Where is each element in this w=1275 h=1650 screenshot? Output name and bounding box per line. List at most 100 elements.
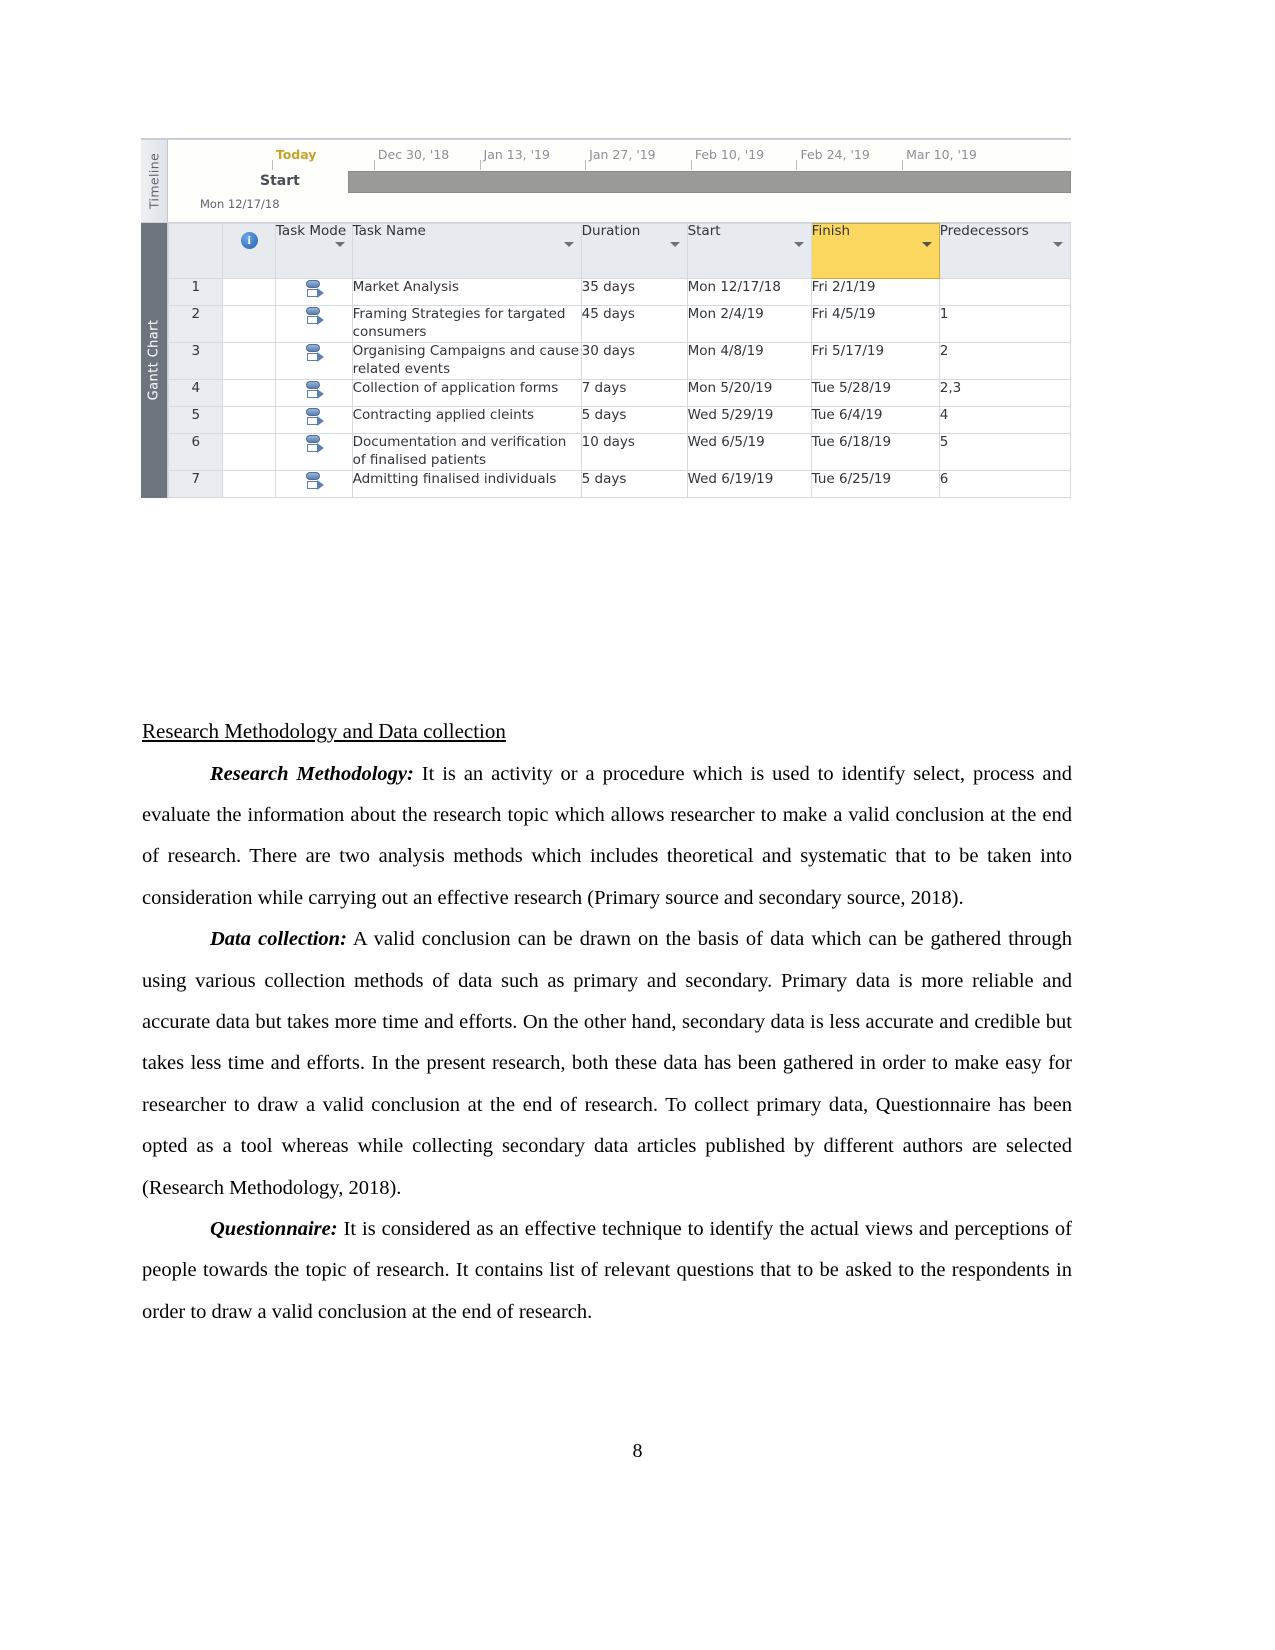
row-predecessors-cell[interactable]: [938, 278, 1072, 306]
chevron-down-icon[interactable]: [669, 242, 680, 247]
row-task-mode-cell[interactable]: [274, 432, 353, 471]
row-duration-cell[interactable]: 35 days: [580, 278, 688, 306]
row-indicator-cell[interactable]: [222, 278, 276, 306]
document-page: Timeline Today Dec 30, '18 Jan 13, '19 Jan …: [0, 0, 1275, 1650]
row-task-name-cell[interactable]: Documentation and verification of finali…: [351, 432, 582, 471]
paragraph-text: A valid conclusion can be drawn on the b…: [142, 928, 1072, 1199]
column-header-task-name[interactable]: Task Name: [351, 223, 582, 279]
row-task-mode-cell[interactable]: [274, 469, 353, 498]
table-row[interactable]: 1 Market Analysis 35 days Mon 12/17/18 Fri 2…: [167, 278, 1072, 306]
timeline-project-bar[interactable]: [348, 171, 1071, 193]
timeline-tick: Jan 13, '19: [479, 147, 550, 170]
row-predecessors-cell[interactable]: 6: [938, 469, 1072, 498]
row-finish-cell[interactable]: Tue 6/18/19: [810, 432, 940, 471]
column-header-start[interactable]: Start: [686, 223, 812, 279]
column-header-id[interactable]: [167, 223, 224, 279]
row-start-cell[interactable]: Wed 6/5/19: [686, 432, 812, 471]
row-finish-cell[interactable]: Tue 5/28/19: [810, 378, 940, 407]
row-task-mode-cell[interactable]: [274, 305, 353, 343]
column-header-predecessors[interactable]: Predecessors: [938, 223, 1072, 279]
page-number: 8: [632, 1440, 643, 1462]
row-start-cell[interactable]: Mon 4/8/19: [686, 341, 812, 380]
row-id-cell[interactable]: 3: [167, 341, 224, 380]
section-heading: Research Methodology and Data collection: [142, 719, 506, 743]
row-finish-cell[interactable]: Tue 6/4/19: [810, 405, 940, 434]
row-duration-cell[interactable]: 7 days: [580, 378, 688, 407]
row-task-name-cell[interactable]: Contracting applied cleints: [351, 405, 582, 434]
table-row[interactable]: 6 Documentation and verification of final…: [167, 432, 1072, 471]
row-start-cell[interactable]: Mon 12/17/18: [686, 278, 812, 306]
row-predecessors-cell[interactable]: 2: [938, 341, 1072, 380]
column-header-task-mode-label: Task Mode: [275, 223, 347, 239]
row-indicator-cell[interactable]: [222, 405, 276, 434]
row-start-cell[interactable]: Wed 6/19/19: [686, 469, 812, 498]
row-duration-cell[interactable]: 10 days: [580, 432, 688, 471]
row-start-cell[interactable]: Wed 5/29/19: [686, 405, 812, 434]
table-row[interactable]: 5 Contracting applied cleints 5 days Wed 5/…: [167, 405, 1072, 434]
column-header-info[interactable]: i: [222, 223, 276, 279]
table-row[interactable]: 7 Admitting finalised individuals 5 days We…: [167, 469, 1072, 498]
row-indicator-cell[interactable]: [222, 305, 276, 343]
row-task-name-cell[interactable]: Market Analysis: [351, 278, 582, 306]
table-row[interactable]: 2 Framing Strategies for targated consume…: [167, 305, 1072, 343]
timeline-body[interactable]: Today Dec 30, '18 Jan 13, '19 Jan 27, '19 Fe…: [168, 140, 1071, 222]
row-start-cell[interactable]: Mon 2/4/19: [686, 305, 812, 343]
gantt-pane: Gantt Chart i Task Mode Task Name Durati…: [141, 223, 1072, 498]
chevron-down-icon[interactable]: [921, 242, 932, 247]
row-indicator-cell[interactable]: [222, 469, 276, 498]
auto-scheduled-icon: [304, 343, 324, 365]
chevron-down-icon[interactable]: [334, 242, 345, 247]
row-duration-cell[interactable]: 5 days: [580, 405, 688, 434]
row-task-name-cell[interactable]: Framing Strategies for targated consumer…: [351, 305, 582, 343]
row-start-cell[interactable]: Mon 5/20/19: [686, 378, 812, 407]
column-header-task-mode[interactable]: Task Mode: [274, 223, 353, 279]
paragraph-list: Research Methodology: It is an activity …: [142, 754, 1072, 1334]
row-task-mode-cell[interactable]: [274, 278, 353, 306]
timeline-tab[interactable]: Timeline: [141, 140, 168, 222]
ms-project-screenshot: Timeline Today Dec 30, '18 Jan 13, '19 Jan …: [141, 138, 1072, 498]
timeline-start-label: Start: [260, 173, 300, 189]
row-id-cell[interactable]: 6: [167, 432, 224, 471]
auto-scheduled-icon: [304, 434, 324, 456]
chevron-down-icon[interactable]: [1053, 242, 1063, 247]
row-finish-cell[interactable]: Fri 4/5/19: [810, 305, 940, 343]
chevron-down-icon[interactable]: [563, 242, 574, 247]
row-id-cell[interactable]: 1: [167, 278, 224, 306]
row-predecessors-cell[interactable]: 5: [938, 432, 1072, 471]
row-predecessors-cell[interactable]: 4: [938, 405, 1072, 434]
row-task-mode-cell[interactable]: [274, 341, 353, 380]
timeline-tick: Feb 24, '19: [796, 147, 870, 170]
row-finish-cell[interactable]: Tue 6/25/19: [810, 469, 940, 498]
row-task-name-cell[interactable]: Collection of application forms: [351, 378, 582, 407]
row-task-mode-cell[interactable]: [274, 378, 353, 407]
gantt-chart-tab[interactable]: Gantt Chart: [141, 223, 167, 498]
timeline-tick: Mar 10, '19: [902, 147, 977, 170]
row-duration-cell[interactable]: 5 days: [580, 469, 688, 498]
table-row[interactable]: 3 Organising Campaigns and cause related …: [167, 341, 1072, 380]
row-task-mode-cell[interactable]: [274, 405, 353, 434]
row-predecessors-cell[interactable]: 1: [938, 305, 1072, 343]
timeline-start-date: Mon 12/17/18: [200, 197, 280, 211]
row-duration-cell[interactable]: 45 days: [580, 305, 688, 343]
row-id-cell[interactable]: 7: [167, 469, 224, 498]
chevron-down-icon[interactable]: [793, 242, 804, 247]
row-id-cell[interactable]: 2: [167, 305, 224, 343]
column-header-duration[interactable]: Duration: [580, 223, 688, 279]
column-header-finish[interactable]: Finish: [810, 223, 940, 279]
row-id-cell[interactable]: 4: [167, 378, 224, 407]
task-table: i Task Mode Task Name Duration Start Fin…: [167, 223, 1072, 498]
row-indicator-cell[interactable]: [222, 432, 276, 471]
row-finish-cell[interactable]: Fri 5/17/19: [810, 341, 940, 380]
row-duration-cell[interactable]: 30 days: [580, 341, 688, 380]
auto-scheduled-icon: [304, 279, 324, 301]
table-row[interactable]: 4 Collection of application forms 7 days Mo…: [167, 378, 1072, 407]
row-task-name-cell[interactable]: Organising Campaigns and cause related e…: [351, 341, 582, 380]
row-indicator-cell[interactable]: [222, 341, 276, 380]
row-id-cell[interactable]: 5: [167, 405, 224, 434]
row-finish-cell[interactable]: Fri 2/1/19: [810, 278, 940, 306]
row-predecessors-cell[interactable]: 2,3: [938, 378, 1072, 407]
gantt-chart-tab-label: Gantt Chart: [146, 319, 162, 401]
auto-scheduled-icon: [304, 380, 324, 402]
row-indicator-cell[interactable]: [222, 378, 276, 407]
row-task-name-cell[interactable]: Admitting finalised individuals: [351, 469, 582, 498]
